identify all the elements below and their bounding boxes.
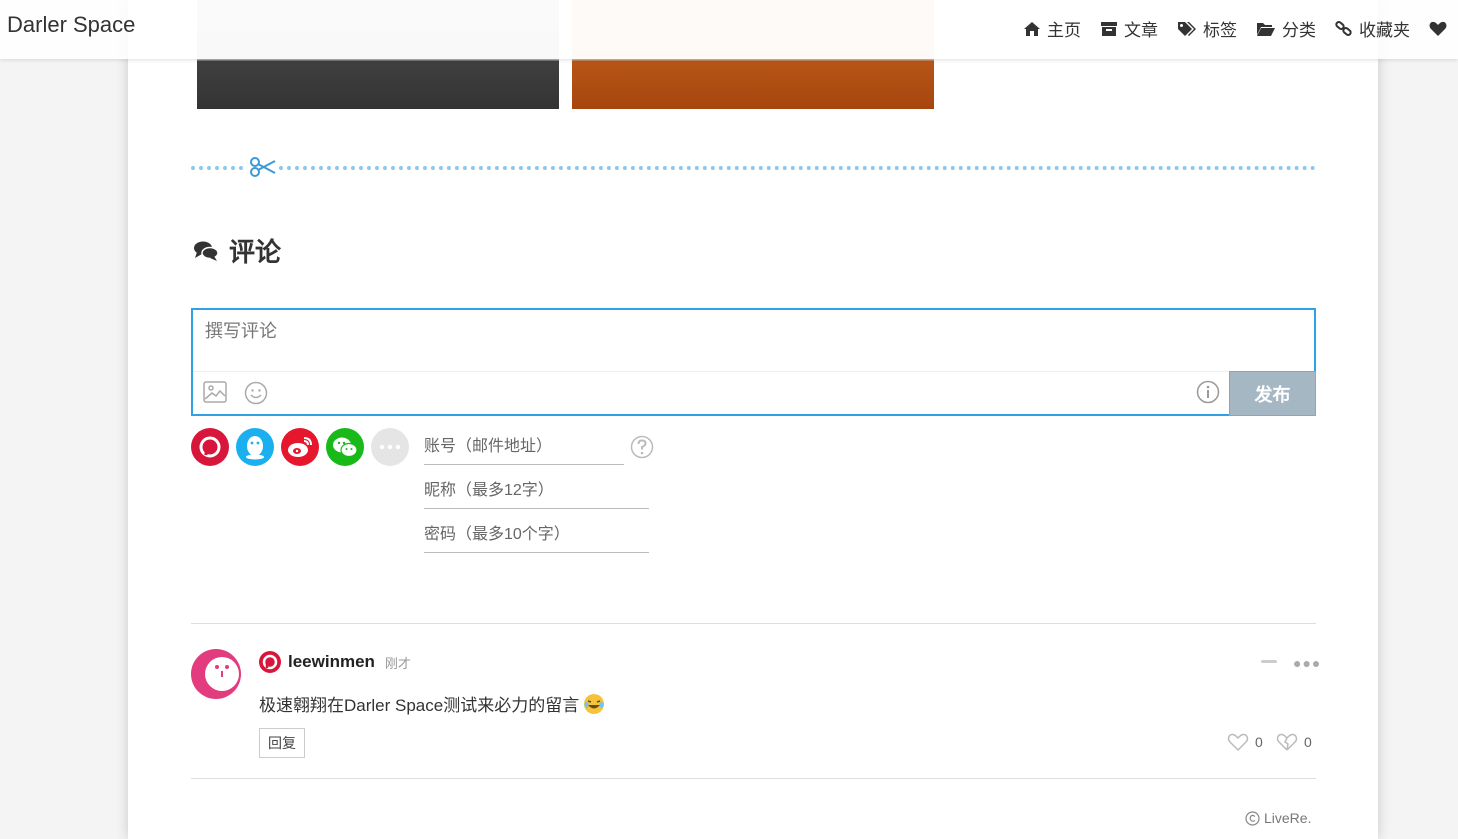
- like-count: 0: [1255, 734, 1263, 750]
- emoji-icon[interactable]: [244, 381, 268, 410]
- account-email-field[interactable]: [424, 430, 624, 465]
- editor-separator: [193, 371, 1228, 372]
- home-icon: [1024, 21, 1040, 36]
- image-icon[interactable]: [203, 381, 227, 408]
- reply-button[interactable]: 回复: [259, 728, 305, 758]
- comments-heading: 评论: [193, 232, 281, 269]
- powered-by-livere[interactable]: LiveRe.: [1245, 810, 1311, 826]
- collapse-icon[interactable]: [1261, 660, 1277, 663]
- heart-icon: [1429, 21, 1447, 36]
- nav-categories[interactable]: 分类: [1256, 16, 1316, 41]
- like-button[interactable]: 0: [1227, 733, 1263, 751]
- qq-login-icon[interactable]: [236, 428, 274, 466]
- tags-icon: [1178, 21, 1196, 36]
- avatar[interactable]: [191, 649, 241, 699]
- livere-badge-icon: [259, 651, 281, 673]
- archive-icon: [1101, 21, 1117, 36]
- nav-home[interactable]: 主页: [1023, 16, 1081, 41]
- scissors-icon: [247, 156, 279, 183]
- nav-categories-label: 分类: [1282, 21, 1316, 40]
- weibo-login-icon[interactable]: [281, 428, 319, 466]
- info-icon[interactable]: [1196, 380, 1220, 409]
- top-navbar: Darler Space 主页 文章 标签 分类 收藏夹: [0, 0, 1458, 59]
- more-options-icon[interactable]: ●●●: [1293, 655, 1321, 671]
- heart-outline-icon: [1227, 733, 1249, 751]
- comment-list-bottom-divider: [191, 778, 1316, 779]
- nav-favorites-label: 收藏夹: [1359, 21, 1410, 40]
- copyright-icon: [1245, 810, 1260, 826]
- password-field[interactable]: [424, 518, 649, 553]
- main-nav: 主页 文章 标签 分类 收藏夹: [1023, 16, 1453, 41]
- nav-favorites[interactable]: 收藏夹: [1335, 16, 1410, 41]
- wechat-login-icon[interactable]: [326, 428, 364, 466]
- livere-login-icon[interactable]: [191, 428, 229, 466]
- nav-home-label: 主页: [1047, 21, 1081, 40]
- section-divider: [191, 166, 1316, 170]
- comment-list-top-divider: [191, 623, 1316, 624]
- broken-heart-icon: [1276, 733, 1298, 751]
- laughing-emoji-icon: [584, 693, 605, 714]
- site-brand[interactable]: Darler Space: [7, 12, 135, 38]
- comment-text-row: 极速翱翔在Darler Space测试来必力的留言: [259, 691, 605, 716]
- publish-button[interactable]: 发布: [1229, 371, 1316, 416]
- comment-meta: leewinmen 刚才: [259, 651, 411, 673]
- comment-editor: 发布: [191, 308, 1316, 416]
- comment-time: 刚才: [384, 655, 411, 671]
- comments-heading-text: 评论: [229, 237, 282, 267]
- nav-tags[interactable]: 标签: [1177, 16, 1237, 41]
- nav-articles-label: 文章: [1124, 21, 1158, 40]
- link-icon: [1335, 20, 1352, 36]
- more-login-icon[interactable]: [371, 428, 409, 466]
- nav-heart[interactable]: [1429, 16, 1453, 41]
- powered-by-text: LiveRe.: [1264, 810, 1312, 826]
- help-icon[interactable]: [630, 435, 654, 464]
- comments-icon: [194, 241, 219, 261]
- folder-open-icon: [1257, 22, 1275, 36]
- dislike-count: 0: [1304, 734, 1312, 750]
- comment-author[interactable]: leewinmen: [288, 652, 375, 672]
- nickname-field[interactable]: [424, 474, 649, 509]
- dislike-button[interactable]: 0: [1276, 733, 1312, 751]
- nav-articles[interactable]: 文章: [1100, 16, 1158, 41]
- comment-text: 极速翱翔在Darler Space测试来必力的留言: [259, 696, 580, 715]
- comment-input[interactable]: [203, 320, 1207, 343]
- nav-tags-label: 标签: [1203, 21, 1237, 40]
